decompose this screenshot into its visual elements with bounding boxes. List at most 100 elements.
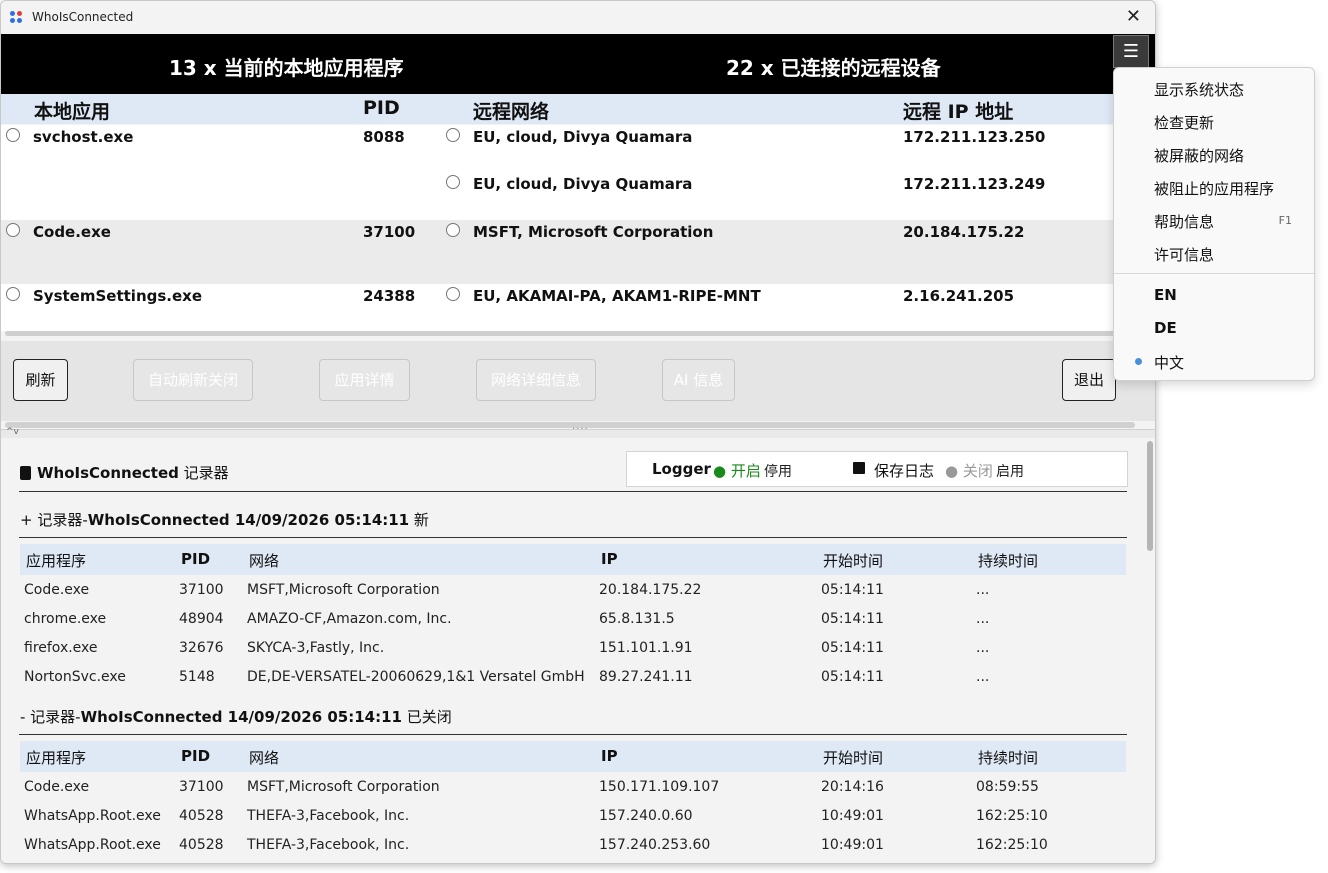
auto-refresh-button[interactable]: 自动刷新关闭	[133, 359, 253, 401]
log-start: 05:14:11	[821, 640, 884, 656]
log-row: WhatsApp.Root.exe 40528 THEFA-3,Facebook, …	[20, 832, 1126, 861]
session-title-new: + 记录器-WhoIsConnected 14/09/2026 05:14:11…	[20, 509, 429, 530]
col-remote-network[interactable]: 远程网络	[473, 97, 549, 124]
col-remote-ip[interactable]: 远程 IP 地址	[903, 97, 1013, 124]
connection-row[interactable]: svchost.exe 8088 EU, cloud, Divya Quamar…	[1, 125, 1155, 220]
summary-header: 13 x 当前的本地应用程序 22 x 已连接的远程设备	[1, 34, 1155, 94]
log-col-app[interactable]: 应用程序	[26, 550, 86, 571]
app-name: SystemSettings.exe	[33, 287, 203, 305]
log-pid: 40528	[179, 808, 224, 824]
menu-icon[interactable]: ☰	[1113, 35, 1149, 68]
exit-button[interactable]: 退出	[1062, 359, 1116, 401]
remote-ip: 172.211.123.249	[903, 175, 1046, 193]
save-log-enable-button[interactable]: 启用	[996, 461, 1024, 481]
divider	[19, 734, 1127, 735]
local-app-count: 13 x 当前的本地应用程序	[169, 56, 404, 80]
logger-label: Logger	[652, 460, 711, 478]
logger-title-text: 记录器	[183, 464, 229, 482]
log-pid: 40528	[179, 837, 224, 853]
save-disk-icon	[853, 462, 865, 474]
menu-item-check-updates[interactable]: 检查更新	[1154, 112, 1214, 133]
log-col-ip[interactable]: IP	[601, 747, 618, 765]
remote-ip: 2.16.241.205	[903, 287, 1015, 305]
save-log-label: 保存日志	[874, 462, 935, 480]
log-col-pid[interactable]: PID	[181, 550, 210, 568]
log-col-ip[interactable]: IP	[601, 550, 618, 568]
remote-device-count: 22 x 已连接的远程设备	[726, 56, 941, 80]
log-app: Code.exe	[24, 779, 90, 795]
col-local-app[interactable]: 本地应用	[34, 97, 110, 124]
log-col-start[interactable]: 开始时间	[823, 550, 883, 571]
log-row: chrome.exe 48904 AMAZO-CF,Amazon.com, Inc.…	[20, 606, 1126, 635]
net-radio[interactable]	[446, 287, 460, 301]
log-duration: ...	[976, 669, 990, 685]
network-details-button[interactable]: 网络详细信息	[476, 359, 596, 401]
clipboard-icon	[20, 466, 31, 480]
refresh-button[interactable]: 刷新	[13, 359, 68, 401]
log-col-duration[interactable]: 持续时间	[978, 550, 1038, 571]
log-table-header: 应用程序 PID 网络 IP 开始时间 持续时间	[20, 544, 1126, 575]
log-network: MSFT,Microsoft Corporation	[247, 582, 440, 598]
col-pid[interactable]: PID	[363, 97, 400, 119]
close-icon[interactable]: ✕	[1126, 6, 1141, 27]
session-prefix: + 记录器-	[20, 511, 88, 529]
log-table-header: 应用程序 PID 网络 IP 开始时间 持续时间	[20, 741, 1126, 772]
connection-row[interactable]: SystemSettings.exe 24388 EU, AKAMAI-PA, …	[1, 284, 1155, 331]
menu-lang-de[interactable]: DE	[1154, 319, 1177, 337]
log-ip: 157.240.253.60	[599, 837, 711, 853]
window-title: WhoIsConnected	[32, 10, 134, 24]
log-duration: 162:25:10	[976, 837, 1048, 853]
menu-lang-zh[interactable]: 中文	[1154, 352, 1184, 373]
log-col-pid[interactable]: PID	[181, 747, 210, 765]
menu-item-help[interactable]: 帮助信息	[1154, 211, 1214, 232]
net-radio[interactable]	[446, 128, 460, 142]
action-bar-scrollbar[interactable]	[5, 422, 1135, 428]
remote-ip: 172.211.123.250	[903, 128, 1046, 146]
log-row: Code.exe 37100 MSFT,Microsoft Corporation 1…	[20, 774, 1126, 803]
menu-item-system-status[interactable]: 显示系统状态	[1154, 79, 1244, 100]
session-name: WhoIsConnected 14/09/2026 05:14:11	[80, 708, 402, 726]
splitter-arrows-icon[interactable]: ^v	[6, 427, 19, 437]
app-name: Code.exe	[33, 223, 111, 241]
logger-on-status: ● 开启	[713, 462, 761, 480]
menu-lang-en[interactable]: EN	[1154, 286, 1177, 304]
menu-item-blocked-networks[interactable]: 被屏蔽的网络	[1154, 145, 1244, 166]
app-details-button[interactable]: 应用详情	[319, 359, 410, 401]
net-radio[interactable]	[446, 223, 460, 237]
logger-scrollbar[interactable]	[1147, 441, 1153, 551]
row-radio[interactable]	[6, 287, 20, 301]
log-ip: 157.240.0.60	[599, 808, 693, 824]
menu-item-blocked-apps[interactable]: 被阻止的应用程序	[1154, 178, 1274, 199]
log-col-duration[interactable]: 持续时间	[978, 747, 1038, 768]
log-row: firefox.exe 32676 SKYCA-3,Fastly, Inc. 151.…	[20, 635, 1126, 664]
log-row: Code.exe 37100 MSFT,Microsoft Corporation 2…	[20, 577, 1126, 606]
logger-title-app: WhoIsConnected	[37, 464, 179, 482]
log-ip: 151.101.1.91	[599, 640, 693, 656]
log-app: chrome.exe	[24, 611, 107, 627]
logger-disable-button[interactable]: 停用	[764, 461, 792, 481]
selected-language-dot-icon	[1135, 358, 1142, 365]
row-radio[interactable]	[6, 128, 20, 142]
menu-item-license[interactable]: 许可信息	[1154, 244, 1214, 265]
log-col-network[interactable]: 网络	[249, 747, 279, 768]
log-ip: 65.8.131.5	[599, 611, 675, 627]
log-app: NortonSvc.exe	[24, 669, 126, 685]
log-pid: 37100	[179, 779, 224, 795]
connection-row[interactable]: Code.exe 37100 MSFT, Microsoft Corporati…	[1, 220, 1155, 284]
remote-network: MSFT, Microsoft Corporation	[473, 223, 714, 241]
log-pid: 48904	[179, 611, 224, 627]
menu-item-help-shortcut: F1	[1278, 214, 1292, 227]
net-radio[interactable]	[446, 175, 460, 189]
row-radio[interactable]	[6, 223, 20, 237]
log-ip: 20.184.175.22	[599, 582, 702, 598]
menu-separator	[1114, 273, 1314, 274]
log-col-start[interactable]: 开始时间	[823, 747, 883, 768]
horizontal-scrollbar[interactable]	[5, 331, 1115, 336]
remote-ip: 20.184.175.22	[903, 223, 1025, 241]
log-duration: ...	[976, 640, 990, 656]
save-log-off-status: ● 关闭	[945, 462, 993, 480]
log-col-network[interactable]: 网络	[249, 550, 279, 571]
log-col-app[interactable]: 应用程序	[26, 747, 86, 768]
log-start: 10:49:01	[821, 837, 884, 853]
ai-info-button[interactable]: AI 信息	[662, 359, 735, 401]
